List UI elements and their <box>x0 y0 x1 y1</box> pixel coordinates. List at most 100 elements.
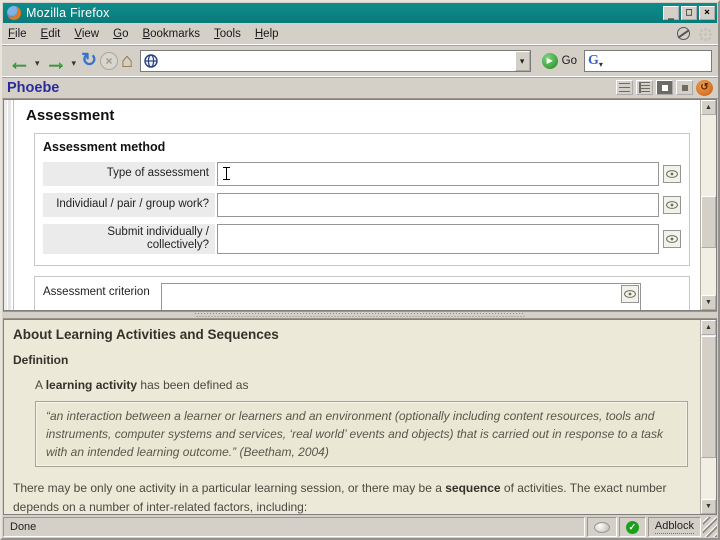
window-title: Mozilla Firefox <box>26 6 110 20</box>
url-dropdown-button[interactable]: ▾ <box>514 50 530 71</box>
dual-pane-button[interactable] <box>676 80 693 95</box>
menu-go[interactable]: Go <box>113 28 128 40</box>
status-bar: Done ✓ Adblock <box>2 515 718 538</box>
field-label: Type of assessment <box>43 162 215 186</box>
minimize-button[interactable]: _ <box>663 6 679 20</box>
google-icon[interactable]: G <box>588 53 599 69</box>
minimize-icon: _ <box>667 9 675 20</box>
back-button[interactable]: ← <box>8 47 31 74</box>
stop-icon: × <box>99 51 118 70</box>
sidebar-splitter[interactable] <box>4 100 14 310</box>
scroll-down-icon: ▼ <box>705 299 712 306</box>
forward-button[interactable]: → <box>45 49 68 72</box>
hint-button[interactable] <box>663 165 681 183</box>
adblock-label: Adblock <box>654 520 694 534</box>
menu-view[interactable]: View <box>74 28 99 40</box>
pane-splitter[interactable] <box>3 311 717 319</box>
hint-button[interactable] <box>663 196 681 214</box>
extension-icon[interactable] <box>677 27 690 40</box>
individual-pair-group-input[interactable] <box>218 194 658 216</box>
go-label: Go <box>561 54 577 67</box>
menu-help[interactable]: Help <box>255 28 279 40</box>
maximize-button[interactable]: □ <box>681 6 697 20</box>
search-input[interactable] <box>604 51 708 70</box>
firefox-window: Mozilla Firefox _ □ × File Edit View Go … <box>0 0 720 540</box>
title-bar: Mozilla Firefox _ □ × <box>3 3 717 23</box>
back-icon: ← <box>8 47 31 74</box>
sync-icon: ↺ <box>700 81 709 93</box>
field-label: Submit individually / collectively? <box>43 224 215 255</box>
security-indicator-icon <box>593 521 610 533</box>
hint-button[interactable] <box>621 285 639 304</box>
scroll-up-icon: ▲ <box>705 324 712 331</box>
menu-tools[interactable]: Tools <box>214 28 241 40</box>
form-row-submit-individually: Submit individually / collectively? <box>43 224 681 255</box>
scroll-up-icon: ▲ <box>705 104 712 111</box>
field-label: Individiaul / pair / group work? <box>43 193 215 217</box>
splitter-grip[interactable] <box>195 313 525 317</box>
throbber-icon <box>698 27 712 41</box>
back-dropdown[interactable]: ▾ <box>35 58 40 69</box>
help-content: About Learning Activities and Sequences … <box>4 320 700 514</box>
go-button[interactable]: ▶ Go <box>538 52 581 69</box>
page-title: Assessment <box>26 107 115 124</box>
assessment-criterion-textarea[interactable] <box>162 284 640 310</box>
form-row-individual-pair-group: Individiaul / pair / group work? <box>43 193 681 217</box>
assessment-form: Assessment Assessment method Type of ass… <box>14 100 700 310</box>
scroll-up-button[interactable]: ▲ <box>701 100 716 115</box>
eye-icon <box>666 235 678 244</box>
scroll-down-button[interactable]: ▼ <box>701 499 716 514</box>
adblock-panel[interactable]: Adblock <box>647 517 701 537</box>
type-of-assessment-input[interactable] <box>218 163 658 185</box>
go-icon: ▶ <box>541 52 558 69</box>
scrollbar-thumb[interactable] <box>701 196 716 248</box>
search-box: G ▾ <box>584 49 712 72</box>
list-view-icon <box>619 83 630 92</box>
app-title: Phoebe <box>7 79 60 96</box>
menu-bookmarks[interactable]: Bookmarks <box>142 28 200 40</box>
submit-individually-input[interactable] <box>218 225 658 254</box>
scroll-up-button[interactable]: ▲ <box>701 320 716 335</box>
scrollbar-thumb[interactable] <box>701 336 716 458</box>
menu-bar: File Edit View Go Bookmarks Tools Help <box>2 23 718 45</box>
help-pane: About Learning Activities and Sequences … <box>3 319 717 515</box>
search-engine-dropdown[interactable]: ▾ <box>599 60 603 69</box>
form-scrollbar[interactable]: ▲ ▼ <box>700 100 716 310</box>
menu-file[interactable]: File <box>8 28 27 40</box>
form-row-type-of-assessment: Type of assessment <box>43 162 681 186</box>
resize-grip[interactable] <box>703 517 717 537</box>
adblock-status-panel[interactable]: ✓ <box>618 517 646 537</box>
reload-icon: ↻ <box>81 49 97 71</box>
menu-edit[interactable]: Edit <box>41 28 61 40</box>
stop-button[interactable]: × <box>99 51 118 70</box>
list-view-button[interactable] <box>616 80 633 95</box>
home-button[interactable]: ⌂ <box>121 51 133 71</box>
assessment-method-section: Assessment method Type of assessment Ind… <box>34 133 690 267</box>
definition-quote: “an interaction between a learner or lea… <box>35 401 688 467</box>
eye-icon <box>666 201 678 209</box>
help-scrollbar[interactable]: ▲ ▼ <box>700 320 716 514</box>
url-bar: ▾ <box>140 49 531 72</box>
hint-button[interactable] <box>663 230 681 249</box>
scroll-down-button[interactable]: ▼ <box>701 295 716 310</box>
help-paragraph: There may be only one activity in a part… <box>13 481 667 514</box>
status-text: Done <box>10 521 37 533</box>
globe-icon <box>144 53 158 68</box>
forward-dropdown[interactable]: ▾ <box>72 58 77 69</box>
status-text-panel: Done <box>3 517 585 537</box>
single-pane-button[interactable] <box>656 80 673 95</box>
firefox-logo-icon <box>7 6 21 20</box>
field-label: Assessment criterion <box>43 286 150 299</box>
help-title: About Learning Activities and Sequences <box>13 327 279 342</box>
reload-button[interactable]: ↻ <box>81 49 97 71</box>
detail-view-button[interactable] <box>636 80 653 95</box>
url-input[interactable] <box>161 51 515 70</box>
check-circle-icon: ✓ <box>625 520 639 534</box>
scroll-down-icon: ▼ <box>705 503 712 510</box>
close-button[interactable]: × <box>699 6 715 20</box>
sync-button[interactable]: ↺ <box>696 79 713 96</box>
definition-intro: A learning activity has been defined as <box>35 378 249 392</box>
dual-pane-icon <box>681 84 688 91</box>
navigation-toolbar: ← ▾ → ▾ ↻ × ⌂ ▾ ▶ Go G ▾ <box>2 45 718 77</box>
help-subtitle: Definition <box>13 353 69 367</box>
